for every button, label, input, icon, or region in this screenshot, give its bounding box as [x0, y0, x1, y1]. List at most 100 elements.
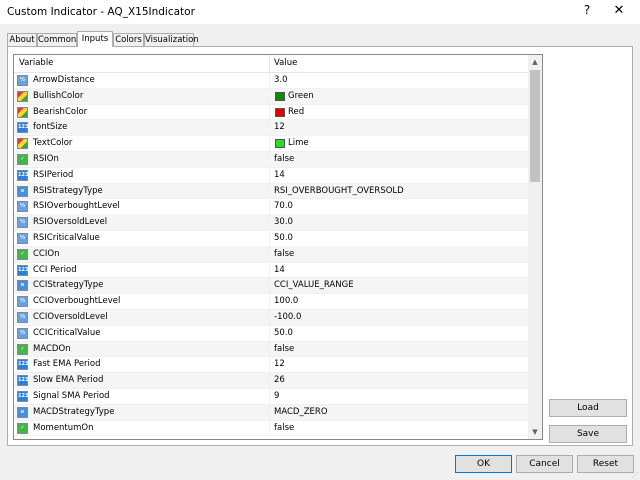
- grid-row[interactable]: 123 Signal SMA Period 9: [14, 388, 528, 405]
- cancel-button[interactable]: Cancel: [516, 455, 573, 473]
- variable-value[interactable]: 100.0: [274, 294, 298, 309]
- color-param-icon: [17, 106, 28, 118]
- variable-value[interactable]: MACD_ZERO: [274, 405, 328, 420]
- variable-value[interactable]: false: [274, 152, 294, 167]
- grid-row[interactable]: BearishColor Red: [14, 104, 528, 121]
- grid-row[interactable]: ≡ MACDStrategyType MACD_ZERO: [14, 404, 528, 421]
- variable-value[interactable]: 14: [274, 263, 285, 278]
- load-button[interactable]: Load: [549, 399, 627, 417]
- variable-name: BearishColor: [33, 106, 88, 117]
- variable-name: ArrowDistance: [33, 75, 95, 85]
- column-divider: [269, 373, 270, 388]
- bool-param-icon: ✓: [17, 248, 28, 260]
- tab-inputs[interactable]: Inputs: [77, 31, 113, 47]
- grid-rows: ½ ArrowDistance 3.0 BullishColor Green Bearis…: [14, 73, 528, 437]
- scrollbar-thumb[interactable]: [530, 70, 540, 182]
- variable-value[interactable]: 70.0: [274, 199, 293, 214]
- grid-row[interactable]: ✓ MomentumOn false: [14, 420, 528, 437]
- vertical-scrollbar[interactable]: ▲ ▼: [528, 55, 542, 439]
- grid-row[interactable]: 123 Slow EMA Period 26: [14, 373, 528, 389]
- tab-colors[interactable]: Colors: [113, 33, 144, 46]
- grid-row[interactable]: ½ CCIOverboughtLevel 100.0: [14, 294, 528, 310]
- column-divider: [269, 183, 270, 199]
- grid-row[interactable]: ½ RSIOverboughtLevel 70.0: [14, 199, 528, 216]
- column-divider: [269, 309, 270, 325]
- column-divider: [269, 357, 270, 373]
- column-header-variable[interactable]: Variable: [19, 58, 53, 68]
- grid-row[interactable]: TextColor Lime: [14, 136, 528, 152]
- variable-name: RSIOversoldLevel: [33, 217, 108, 228]
- column-divider: [269, 388, 270, 404]
- variable-value[interactable]: false: [274, 342, 294, 357]
- variable-name: TextColor: [33, 138, 73, 149]
- reset-button[interactable]: Reset: [577, 455, 634, 473]
- ok-button[interactable]: OK: [455, 455, 512, 473]
- column-divider: [269, 136, 270, 151]
- column-divider: [269, 215, 270, 230]
- column-divider: [269, 246, 270, 262]
- variable-value[interactable]: false: [274, 247, 294, 262]
- scroll-up-icon[interactable]: ▲: [528, 55, 542, 69]
- bool-param-icon: ✓: [17, 153, 28, 165]
- variable-value[interactable]: -100.0: [274, 310, 301, 325]
- variable-value[interactable]: 50.0: [274, 326, 293, 341]
- column-divider: [269, 120, 270, 136]
- grid-row[interactable]: ✓ CCIOn false: [14, 246, 528, 263]
- double-param-icon: ½: [17, 232, 28, 244]
- variable-value[interactable]: 9: [274, 389, 279, 404]
- help-icon[interactable]: ?: [580, 3, 594, 17]
- column-divider: [269, 294, 270, 309]
- grid-row[interactable]: ½ RSIOversoldLevel 30.0: [14, 215, 528, 231]
- close-icon[interactable]: ✕: [604, 3, 634, 18]
- tab-about[interactable]: About: [7, 33, 37, 46]
- grid-row[interactable]: 123 RSIPeriod 14: [14, 167, 528, 184]
- column-divider: [269, 104, 270, 120]
- tab-visualization[interactable]: Visualization: [144, 33, 199, 46]
- grid-row[interactable]: ≡ RSIStrategyType RSI_OVERBOUGHT_OVERSOLD: [14, 183, 528, 200]
- variable-value[interactable]: CCI_VALUE_RANGE: [274, 278, 354, 293]
- variable-value[interactable]: 12: [274, 120, 285, 135]
- variable-value[interactable]: Red: [288, 105, 304, 120]
- grid-row[interactable]: ≡ CCIStrategyType CCI_VALUE_RANGE: [14, 278, 528, 295]
- variable-name: Slow EMA Period: [33, 375, 104, 386]
- variable-value[interactable]: Green: [288, 89, 314, 104]
- variable-value[interactable]: 14: [274, 168, 285, 183]
- grid-row[interactable]: ✓ RSIOn false: [14, 151, 528, 168]
- grid-row[interactable]: ✓ MACDOn false: [14, 341, 528, 358]
- variable-value[interactable]: false: [274, 421, 294, 436]
- grid-row[interactable]: BullishColor Green: [14, 88, 528, 105]
- column-divider: [269, 151, 270, 167]
- save-button[interactable]: Save: [549, 425, 627, 443]
- variable-name: MACDOn: [33, 343, 71, 354]
- resize-grip-icon[interactable]: ⋰: [632, 471, 639, 479]
- int-param-icon: 123: [17, 375, 28, 387]
- column-divider: [269, 325, 270, 341]
- column-divider: [269, 341, 270, 357]
- variable-value[interactable]: 26: [274, 373, 285, 388]
- double-param-icon: ½: [17, 201, 28, 213]
- tab-common[interactable]: Common: [37, 33, 77, 46]
- variable-value[interactable]: 3.0: [274, 73, 288, 88]
- grid-row[interactable]: ½ CCIOversoldLevel -100.0: [14, 309, 528, 326]
- double-param-icon: ½: [17, 311, 28, 323]
- variable-value[interactable]: RSI_OVERBOUGHT_OVERSOLD: [274, 184, 404, 199]
- grid-row[interactable]: 123 Fast EMA Period 12: [14, 357, 528, 374]
- grid-row[interactable]: 123 fontSize 12: [14, 120, 528, 137]
- grid-row[interactable]: ½ ArrowDistance 3.0: [14, 73, 528, 89]
- grid-row[interactable]: 123 CCI Period 14: [14, 262, 528, 279]
- scroll-down-icon[interactable]: ▼: [528, 425, 542, 439]
- int-param-icon: 123: [17, 264, 28, 276]
- int-param-icon: 123: [17, 169, 28, 181]
- bool-param-icon: ✓: [17, 343, 28, 355]
- bool-param-icon: ✓: [17, 422, 28, 434]
- grid-row[interactable]: ½ RSICriticalValue 50.0: [14, 230, 528, 247]
- variable-value[interactable]: 30.0: [274, 215, 293, 230]
- title-bar: Custom Indicator - AQ_X15Indicator ? ✕: [0, 0, 640, 24]
- variable-value[interactable]: Lime: [288, 136, 309, 151]
- column-header-value[interactable]: Value: [274, 58, 297, 68]
- grid-row[interactable]: ½ CCICriticalValue 50.0: [14, 325, 528, 342]
- variable-value[interactable]: 50.0: [274, 231, 293, 246]
- variable-value[interactable]: 12: [274, 357, 285, 372]
- color-swatch: [275, 107, 285, 117]
- column-divider: [269, 73, 270, 88]
